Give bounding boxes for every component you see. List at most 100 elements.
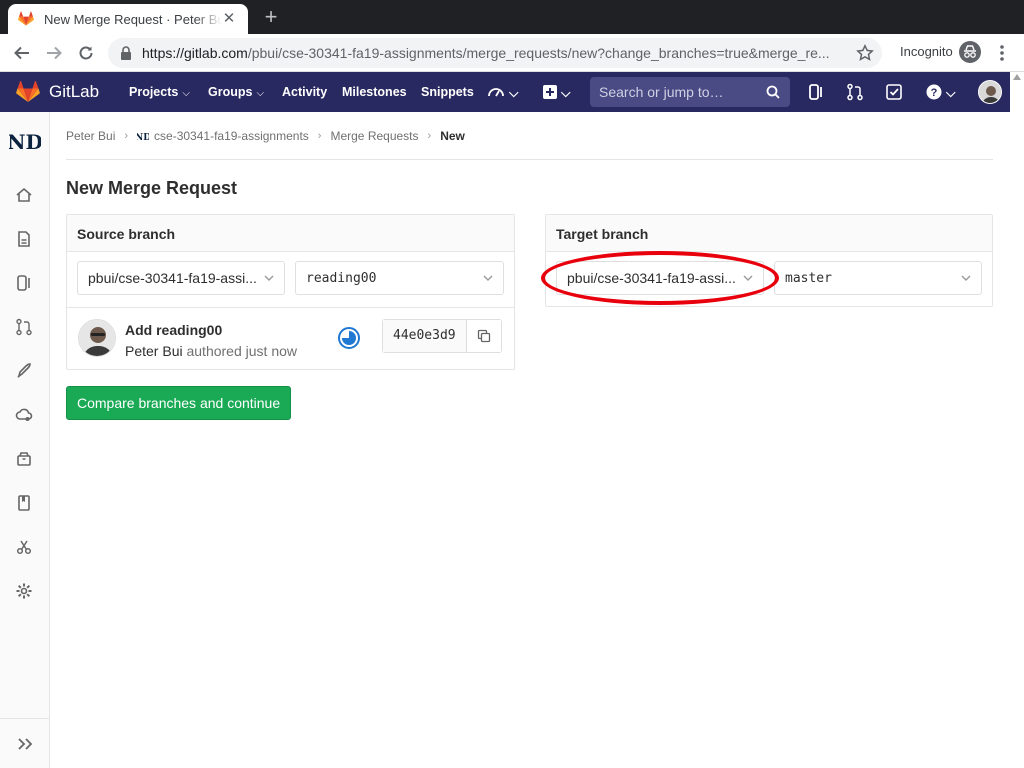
commit-author[interactable]: Peter Bui bbox=[125, 343, 183, 359]
browser-toolbar: https://gitlab.com/pbui/cse-30341-fa19-a… bbox=[0, 34, 1024, 72]
reload-icon[interactable] bbox=[75, 42, 97, 64]
source-project-value: pbui/cse-30341-fa19-assi... bbox=[88, 270, 257, 286]
repository-file-icon[interactable] bbox=[15, 230, 33, 248]
source-project-dropdown[interactable]: pbui/cse-30341-fa19-assi... bbox=[77, 261, 285, 295]
url-host: https://gitlab.com bbox=[142, 45, 248, 61]
breadcrumb-current[interactable]: New bbox=[440, 129, 465, 143]
chevron-down-icon[interactable]: ⌵ bbox=[946, 86, 955, 101]
back-arrow-icon[interactable] bbox=[11, 42, 33, 64]
gitlab-top-nav: GitLab Projects ⌵ Groups ⌵ Activity Milest… bbox=[0, 72, 1024, 112]
todo-check-icon[interactable] bbox=[885, 83, 903, 101]
commit-sha-group: 44e0e3d9 bbox=[382, 319, 502, 353]
commit-authored-time: authored just now bbox=[186, 343, 298, 359]
nav-projects[interactable]: Projects ⌵ bbox=[129, 85, 190, 99]
url-text: https://gitlab.com/pbui/cse-30341-fa19-a… bbox=[142, 45, 842, 61]
user-avatar[interactable] bbox=[978, 80, 1002, 104]
target-project-dropdown[interactable]: pbui/cse-30341-fa19-assi... bbox=[556, 261, 764, 295]
gitlab-brand[interactable]: GitLab bbox=[49, 82, 99, 102]
double-chevron-right-icon bbox=[18, 737, 33, 750]
browser-tab[interactable]: New Merge Request · Peter Bui ✕ bbox=[8, 4, 248, 34]
forward-arrow-icon[interactable] bbox=[43, 42, 65, 64]
project-avatar-notre-dame-icon[interactable]: ND bbox=[9, 126, 41, 158]
ci-cd-rocket-icon[interactable] bbox=[15, 362, 33, 380]
pipeline-running-icon[interactable] bbox=[337, 326, 361, 350]
nav-projects-label: Projects bbox=[129, 85, 179, 99]
source-branch-dropdown[interactable]: reading00 bbox=[295, 261, 504, 295]
incognito-icon[interactable] bbox=[959, 41, 981, 63]
breadcrumb-merge-requests[interactable]: Merge Requests bbox=[330, 129, 418, 143]
nav-snippets[interactable]: Snippets bbox=[421, 85, 474, 99]
close-tab-icon[interactable]: ✕ bbox=[220, 10, 238, 28]
settings-gear-icon[interactable] bbox=[15, 582, 33, 600]
browser-tab-strip: New Merge Request · Peter Bui ✕ + bbox=[0, 0, 1024, 34]
breadcrumb-divider bbox=[66, 159, 993, 160]
target-branch-value: master bbox=[785, 270, 832, 286]
chevron-down-icon[interactable]: ⌵ bbox=[509, 86, 518, 101]
target-branch-dropdown[interactable]: master bbox=[774, 261, 982, 295]
chevron-down-icon bbox=[483, 275, 493, 281]
page-scrollbar[interactable] bbox=[1010, 72, 1024, 768]
merge-request-icon[interactable] bbox=[846, 83, 864, 101]
breadcrumb: Peter Bui › ND cse-30341-fa19-assignment… bbox=[66, 129, 465, 143]
nav-groups[interactable]: Groups ⌵ bbox=[208, 85, 264, 99]
plus-square-icon[interactable] bbox=[541, 83, 559, 101]
source-branch-value: reading00 bbox=[306, 270, 377, 286]
chevron-down-icon: ⌵ bbox=[182, 88, 190, 99]
collapse-sidebar-button[interactable] bbox=[0, 718, 50, 768]
breadcrumb-separator-icon: › bbox=[124, 130, 129, 142]
page-title: New Merge Request bbox=[66, 178, 238, 198]
chevron-down-icon bbox=[743, 275, 753, 281]
target-project-value: pbui/cse-30341-fa19-assi... bbox=[567, 270, 736, 286]
nav-activity[interactable]: Activity bbox=[282, 85, 327, 99]
compare-branches-button[interactable]: Compare branches and continue bbox=[66, 386, 292, 420]
lock-icon bbox=[121, 46, 131, 60]
commit-author-avatar[interactable] bbox=[78, 319, 116, 357]
chevron-down-icon bbox=[264, 275, 274, 281]
scroll-up-arrow-icon[interactable] bbox=[1013, 74, 1021, 80]
commit-sha[interactable]: 44e0e3d9 bbox=[383, 320, 466, 352]
search-input[interactable] bbox=[599, 84, 759, 100]
source-branch-panel: Source branch pbui/cse-30341-fa19-assi..… bbox=[66, 214, 515, 370]
svg-text:ND: ND bbox=[9, 130, 41, 154]
nav-groups-label: Groups bbox=[208, 85, 253, 99]
breadcrumb-project[interactable]: cse-30341-fa19-assignments bbox=[154, 129, 309, 143]
breadcrumb-owner[interactable]: Peter Bui bbox=[66, 129, 115, 143]
commit-row: Add reading00 Peter Bui authored just no… bbox=[67, 307, 515, 370]
snippets-scissors-icon[interactable] bbox=[15, 538, 33, 556]
copy-clipboard-icon bbox=[477, 329, 490, 343]
breadcrumb-separator-icon: › bbox=[317, 130, 322, 142]
address-bar[interactable]: https://gitlab.com/pbui/cse-30341-fa19-a… bbox=[108, 38, 882, 68]
issues-icon[interactable] bbox=[807, 83, 825, 101]
browser-menu-icon[interactable] bbox=[996, 43, 1008, 63]
gitlab-favicon-icon bbox=[18, 11, 34, 26]
commit-meta: Peter Bui authored just now bbox=[125, 343, 297, 359]
search-icon bbox=[766, 85, 780, 99]
wiki-book-icon[interactable] bbox=[15, 494, 33, 512]
bookmark-star-icon[interactable] bbox=[856, 44, 874, 62]
tab-title: New Merge Request · Peter Bui bbox=[44, 11, 222, 27]
operations-cloud-icon[interactable] bbox=[15, 406, 33, 424]
packages-box-icon[interactable] bbox=[15, 450, 33, 468]
target-branch-heading: Target branch bbox=[546, 215, 992, 252]
chevron-down-icon: ⌵ bbox=[256, 88, 265, 99]
url-path: /pbui/cse-30341-fa19-assignments/merge_r… bbox=[247, 45, 830, 61]
gitlab-logo-icon[interactable] bbox=[16, 81, 40, 103]
breadcrumb-separator-icon: › bbox=[427, 130, 432, 142]
global-search[interactable] bbox=[590, 77, 790, 107]
issues-icon[interactable] bbox=[15, 274, 33, 292]
incognito-label: Incognito bbox=[900, 44, 953, 59]
commit-title[interactable]: Add reading00 bbox=[125, 322, 222, 338]
svg-text:?: ? bbox=[931, 87, 938, 99]
chevron-down-icon bbox=[961, 275, 971, 281]
target-branch-panel: Target branch pbui/cse-30341-fa19-assi..… bbox=[545, 214, 993, 307]
help-icon[interactable]: ? bbox=[925, 83, 943, 101]
project-home-icon[interactable] bbox=[15, 186, 33, 204]
new-tab-plus-icon[interactable]: + bbox=[260, 6, 282, 28]
nav-milestones[interactable]: Milestones bbox=[342, 85, 407, 99]
svg-text:ND: ND bbox=[137, 133, 149, 142]
merge-requests-icon[interactable] bbox=[15, 318, 33, 336]
copy-sha-button[interactable] bbox=[465, 320, 501, 352]
performance-gauge-icon[interactable] bbox=[487, 83, 505, 101]
source-branch-heading: Source branch bbox=[67, 215, 514, 252]
chevron-down-icon[interactable]: ⌵ bbox=[561, 86, 570, 101]
